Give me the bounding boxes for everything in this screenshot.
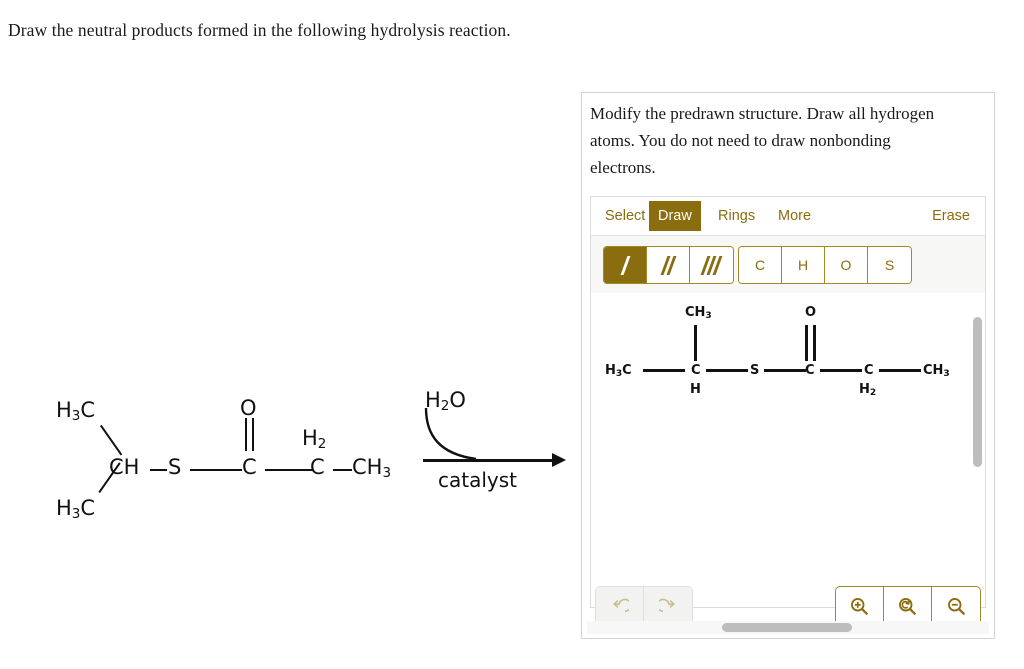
zoom-out-icon — [947, 597, 965, 615]
triple-bond-tool[interactable] — [690, 247, 733, 283]
undo-button[interactable] — [596, 587, 644, 625]
bond-tool-group — [603, 246, 734, 284]
canvas-vertical-scroll-thumb[interactable] — [973, 317, 982, 467]
bond-s-to-carbonyl — [190, 469, 242, 472]
element-tool-group: C H O S — [738, 246, 912, 284]
element-button-c[interactable]: C — [739, 247, 782, 283]
panel-horizontal-scroll-thumb[interactable] — [722, 623, 852, 632]
bond-carbonyl-double-left — [245, 418, 248, 451]
single-bond-icon — [620, 255, 630, 275]
canvas-carbonyl-oxygen: O — [805, 305, 817, 320]
bond-carbonyl-double-right — [252, 418, 255, 451]
zoom-button-group — [835, 586, 981, 626]
reactant-carbonyl-oxygen: O — [240, 396, 257, 420]
zoom-in-icon — [851, 597, 869, 615]
double-bond-tool[interactable] — [647, 247, 690, 283]
canvas-bond-carbonyl-to-ch2 — [820, 369, 862, 372]
tab-draw[interactable]: Draw — [649, 201, 701, 231]
canvas-bond-center-to-sulfur — [706, 369, 748, 372]
tab-rings[interactable]: Rings — [709, 201, 764, 231]
canvas-vertical-scrollbar[interactable] — [973, 297, 982, 603]
element-button-o[interactable]: O — [825, 247, 868, 283]
history-button-group — [595, 586, 693, 626]
bond-ch-to-s — [150, 469, 167, 472]
canvas-bond-sulfur-to-carbonyl — [764, 369, 806, 372]
canvas-center-hydrogen: H — [690, 382, 701, 397]
reactant-ch: CH — [109, 455, 140, 479]
canvas-right-methyl: CH3 — [923, 363, 950, 379]
page-title: Draw the neutral products formed in the … — [8, 20, 511, 40]
canvas-bond-carbonyl-double-left — [805, 325, 808, 361]
canvas-ch2-carbon: C — [864, 363, 874, 378]
redo-button[interactable] — [644, 587, 692, 625]
zoom-reset-icon — [899, 597, 917, 615]
canvas-carbonyl-carbon: C — [805, 363, 815, 378]
canvas-bond-methyl-to-center — [643, 369, 685, 372]
zoom-out-button[interactable] — [932, 587, 980, 625]
reactant-methyl-top: H3C — [56, 398, 96, 424]
reset-zoom-button[interactable] — [884, 587, 932, 625]
bond-methyl-top-to-ch — [100, 424, 123, 456]
reaction-scheme: H3C CH H3C S C O H2 C CH3 H2O catalyst — [40, 380, 570, 545]
canvas-branch-methyl: CH3 — [685, 305, 712, 321]
reagent-below-arrow: catalyst — [438, 468, 518, 492]
editor-tool-bar: C H O S — [591, 236, 985, 294]
zoom-in-button[interactable] — [836, 587, 884, 625]
tab-more[interactable]: More — [769, 201, 820, 231]
structure-editor: Select Draw Rings More Erase C H O S H3C… — [590, 196, 986, 608]
element-button-h[interactable]: H — [782, 247, 825, 283]
redo-icon — [658, 598, 675, 612]
reaction-arrow-head — [552, 453, 566, 467]
reactant-ch2-carbon: C — [310, 455, 325, 479]
reactant-terminal-methyl: CH3 — [352, 455, 392, 481]
element-button-s[interactable]: S — [868, 247, 911, 283]
bond-carbonyl-to-ch2 — [265, 469, 313, 472]
drawing-canvas[interactable]: H3C CH3 C H S O C C H2 CH3 — [591, 293, 985, 607]
reactant-methyl-bottom: H3C — [56, 496, 96, 522]
reactant-sulfur: S — [168, 455, 182, 479]
reactant-ch2-hydrogens: H2 — [302, 426, 327, 452]
editor-tab-bar: Select Draw Rings More Erase — [591, 197, 985, 236]
canvas-bond-carbonyl-double-right — [813, 325, 816, 361]
reaction-arrow-shaft — [423, 459, 556, 462]
canvas-sulfur: S — [750, 363, 760, 378]
erase-button[interactable]: Erase — [923, 201, 979, 231]
predrawn-molecule: H3C CH3 C H S O C C H2 CH3 — [605, 293, 965, 523]
canvas-ch2-hydrogens: H2 — [859, 382, 877, 398]
canvas-bond-ch2-to-methyl — [879, 369, 921, 372]
curved-reagent-arrow — [424, 407, 477, 461]
undo-icon — [613, 598, 629, 612]
canvas-bond-center-to-branch — [694, 325, 697, 361]
canvas-center-carbon: C — [691, 363, 701, 378]
tab-select[interactable]: Select — [596, 201, 654, 231]
single-bond-tool[interactable] — [604, 247, 647, 283]
panel-horizontal-scrollbar[interactable] — [587, 621, 989, 634]
molecule-drawing-panel: Modify the predrawn structure. Draw all … — [581, 92, 995, 639]
bond-ch2-to-methyl — [333, 469, 352, 472]
panel-instructions: Modify the predrawn structure. Draw all … — [590, 104, 935, 177]
canvas-left-methyl: H3C — [605, 363, 632, 379]
reactant-carbonyl-carbon: C — [242, 455, 257, 479]
